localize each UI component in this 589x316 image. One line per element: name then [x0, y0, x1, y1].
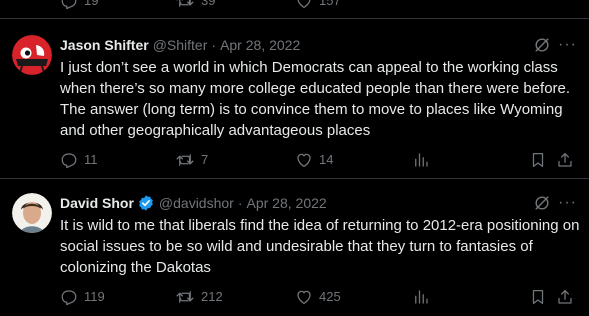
more-icon: ··· [558, 36, 577, 53]
tweet-actions: 119 212 425 [60, 287, 580, 307]
share-icon [558, 289, 572, 304]
retweet-button[interactable]: 39 [175, 0, 215, 11]
avatar-image [12, 35, 52, 75]
avatar-image [12, 193, 52, 233]
separator: · [211, 37, 217, 53]
retweet-count: 7 [201, 152, 209, 167]
reply-count: 11 [84, 152, 98, 167]
reply-icon [61, 290, 77, 306]
grok-icon [535, 38, 549, 52]
heart-icon [297, 153, 311, 168]
reply-count: 19 [84, 0, 99, 8]
previous-tweet-actions: 19 39 157 [60, 0, 580, 11]
grok-button[interactable] [532, 193, 552, 213]
share-icon [558, 152, 572, 167]
reply-count: 119 [84, 289, 105, 304]
like-button[interactable]: 14 [295, 150, 333, 170]
divider [0, 178, 589, 179]
retweet-count: 212 [201, 289, 223, 304]
like-button[interactable]: 425 [295, 287, 341, 307]
reply-button[interactable]: 119 [60, 287, 105, 307]
reply-button[interactable]: 11 [60, 150, 98, 170]
bookmark-button[interactable] [529, 287, 547, 307]
verified-badge-icon [137, 194, 155, 212]
like-button[interactable]: 157 [295, 0, 341, 11]
tweet-jason-shifter[interactable]: Jason Shifter @Shifter · Apr 28, 2022 ··… [0, 35, 589, 170]
divider [0, 18, 589, 19]
retweet-icon [176, 154, 194, 166]
retweet-button[interactable]: 7 [175, 150, 208, 170]
tweet-text: It is wild to me that liberals find the … [60, 217, 580, 276]
grok-button[interactable] [532, 35, 552, 55]
reply-icon [61, 0, 77, 10]
views-button[interactable] [412, 287, 430, 307]
views-button[interactable] [412, 150, 430, 170]
retweet-icon [176, 291, 194, 303]
views-icon [415, 153, 428, 167]
like-count: 157 [319, 0, 341, 8]
tweet-actions: 11 7 14 [60, 150, 580, 170]
handle[interactable]: @Shifter [153, 37, 208, 53]
share-button[interactable] [556, 150, 574, 170]
tweet-header: David Shor @davidshor · Apr 28, 2022 [60, 193, 327, 213]
avatar[interactable] [12, 193, 52, 233]
heart-icon [297, 290, 311, 305]
retweet-count: 39 [201, 0, 216, 8]
more-icon: ··· [558, 194, 577, 211]
like-count: 14 [319, 152, 334, 167]
display-name[interactable]: Jason Shifter [60, 37, 149, 53]
timestamp[interactable]: Apr 28, 2022 [247, 195, 327, 211]
bookmark-icon [532, 289, 544, 305]
timestamp[interactable]: Apr 28, 2022 [220, 37, 300, 53]
views-icon [415, 290, 428, 304]
reply-button[interactable]: 19 [60, 0, 98, 11]
bookmark-button[interactable] [529, 150, 547, 170]
tweet-header: Jason Shifter @Shifter · Apr 28, 2022 [60, 35, 300, 55]
more-options-button[interactable]: ··· [558, 35, 577, 55]
grok-icon [535, 196, 549, 210]
reply-icon [61, 153, 77, 169]
display-name[interactable]: David Shor [60, 195, 134, 211]
tweet-david-shor[interactable]: David Shor @davidshor · Apr 28, 2022 ···… [0, 193, 589, 308]
handle[interactable]: @davidshor [159, 195, 234, 211]
avatar[interactable] [12, 35, 52, 75]
retweet-button[interactable]: 212 [175, 287, 223, 307]
more-options-button[interactable]: ··· [558, 193, 577, 213]
heart-icon [297, 0, 311, 9]
bookmark-icon [532, 152, 544, 168]
tweet-text: I just don’t see a world in which Democr… [60, 59, 571, 139]
like-count: 425 [319, 289, 341, 304]
share-button[interactable] [556, 287, 574, 307]
separator: · [237, 195, 243, 211]
retweet-icon [176, 0, 194, 7]
